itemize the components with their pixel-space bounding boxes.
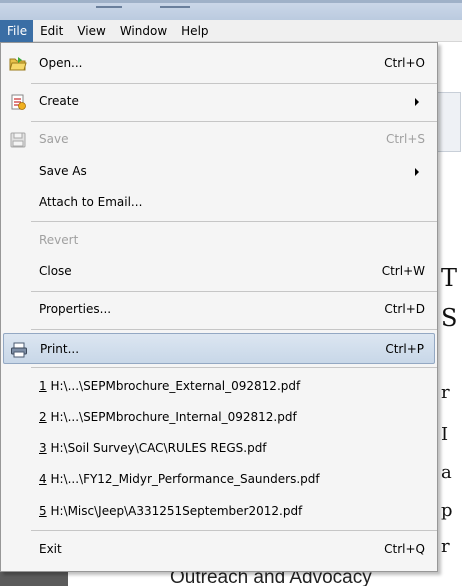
background-glyph: r [441,536,450,557]
recent-file-path: H:\Soil Survey\CAC\RULES REGS.pdf [50,441,267,455]
menu-item-label: Attach to Email... [39,195,143,209]
recent-file-item[interactable]: 5 H:\Misc\Jeep\A331251September2012.pdf [3,496,435,527]
menu-help[interactable]: Help [174,20,215,42]
menu-bar: File Edit View Window Help [0,19,462,42]
menu-separator [31,221,437,222]
menu-item-print[interactable]: Print... Ctrl+P [3,333,435,364]
recent-file-number: 2 [39,410,47,424]
recent-file-label: 5 H:\Misc\Jeep\A331251September2012.pdf [39,496,302,527]
title-bar-mark [96,6,122,8]
menu-item-label: Print... [40,342,80,356]
recent-file-item[interactable]: 2 H:\...\SEPMbrochure_Internal_092812.pd… [3,402,435,433]
menu-item-open[interactable]: Open... Ctrl+O [3,48,435,79]
menu-item-label: Open... [39,56,83,70]
submenu-arrow-icon [415,98,419,106]
menu-item-revert[interactable]: Revert [3,225,435,256]
recent-file-item[interactable]: 3 H:\Soil Survey\CAC\RULES REGS.pdf [3,433,435,464]
menu-item-shortcut: Ctrl+D [384,302,425,316]
background-glyph: S [441,304,458,332]
menu-item-shortcut: Ctrl+P [385,342,424,356]
printer-icon [11,342,27,358]
recent-file-number: 4 [39,472,47,486]
document-bottom-background: Outreach and Advocacy [0,567,462,586]
open-folder-icon [9,57,27,71]
background-glyph: r [441,382,450,403]
recent-file-label: 1 H:\...\SEPMbrochure_External_092812.pd… [39,371,300,402]
recent-file-label: 2 H:\...\SEPMbrochure_Internal_092812.pd… [39,402,297,433]
recent-file-label: 4 H:\...\FY12_Midyr_Performance_Saunders… [39,464,320,495]
menu-separator [31,367,437,368]
title-bar-mark [160,6,190,8]
menu-item-shortcut: Ctrl+Q [384,542,425,556]
background-panel [0,571,68,586]
menu-item-close[interactable]: Close Ctrl+W [3,256,435,287]
recent-file-number: 3 [39,441,47,455]
menu-item-save-as[interactable]: Save As [3,156,435,187]
recent-file-label: 3 H:\Soil Survey\CAC\RULES REGS.pdf [39,433,267,464]
menu-item-save[interactable]: Save Ctrl+S [3,124,435,155]
menu-item-shortcut: Ctrl+O [384,56,425,70]
save-disk-icon [10,132,26,148]
background-toolbar [437,92,461,152]
create-pdf-icon [11,94,26,110]
file-menu-dropdown: Open... Ctrl+O Create Save Ctrl+S Save A… [0,42,438,572]
menu-item-properties[interactable]: Properties... Ctrl+D [3,294,435,325]
recent-file-path: H:\Misc\Jeep\A331251September2012.pdf [50,504,303,518]
title-bar-accent [0,0,462,3]
menu-item-create[interactable]: Create [3,86,435,117]
recent-file-path: H:\...\SEPMbrochure_Internal_092812.pdf [50,410,297,424]
menu-item-label: Revert [39,233,79,247]
recent-file-number: 5 [39,504,47,518]
menu-item-label: Save As [39,164,87,178]
recent-file-item[interactable]: 1 H:\...\SEPMbrochure_External_092812.pd… [3,371,435,402]
menu-separator [31,83,437,84]
background-glyph: T [441,264,458,292]
background-glyph: I [441,424,449,445]
menu-item-label: Save [39,132,69,146]
menu-item-label: Close [39,264,72,278]
submenu-arrow-icon [415,168,419,176]
menu-window[interactable]: Window [113,20,174,42]
background-glyph: p [441,500,453,521]
menu-separator [31,329,437,330]
menu-view[interactable]: View [70,20,112,42]
recent-file-number: 1 [39,379,47,393]
menu-edit[interactable]: Edit [33,20,70,42]
menu-item-label: Exit [39,542,62,556]
menu-separator [31,291,437,292]
recent-file-path: H:\...\FY12_Midyr_Performance_Saunders.p… [50,472,320,486]
menu-item-attach-to-email[interactable]: Attach to Email... [3,187,435,218]
menu-file[interactable]: File [0,19,34,42]
menu-separator [31,530,437,531]
document-background: T S r I a p r p [434,42,462,586]
background-glyph: a [441,462,452,483]
recent-file-item[interactable]: 4 H:\...\FY12_Midyr_Performance_Saunders… [3,464,435,495]
menu-separator [31,121,437,122]
recent-file-path: H:\...\SEPMbrochure_External_092812.pdf [50,379,301,393]
menu-item-label: Properties... [39,302,112,316]
menu-item-shortcut: Ctrl+S [385,132,425,146]
menu-item-exit[interactable]: Exit Ctrl+Q [3,534,435,565]
menu-item-shortcut: Ctrl+W [381,264,425,278]
menu-item-label: Create [39,94,79,108]
